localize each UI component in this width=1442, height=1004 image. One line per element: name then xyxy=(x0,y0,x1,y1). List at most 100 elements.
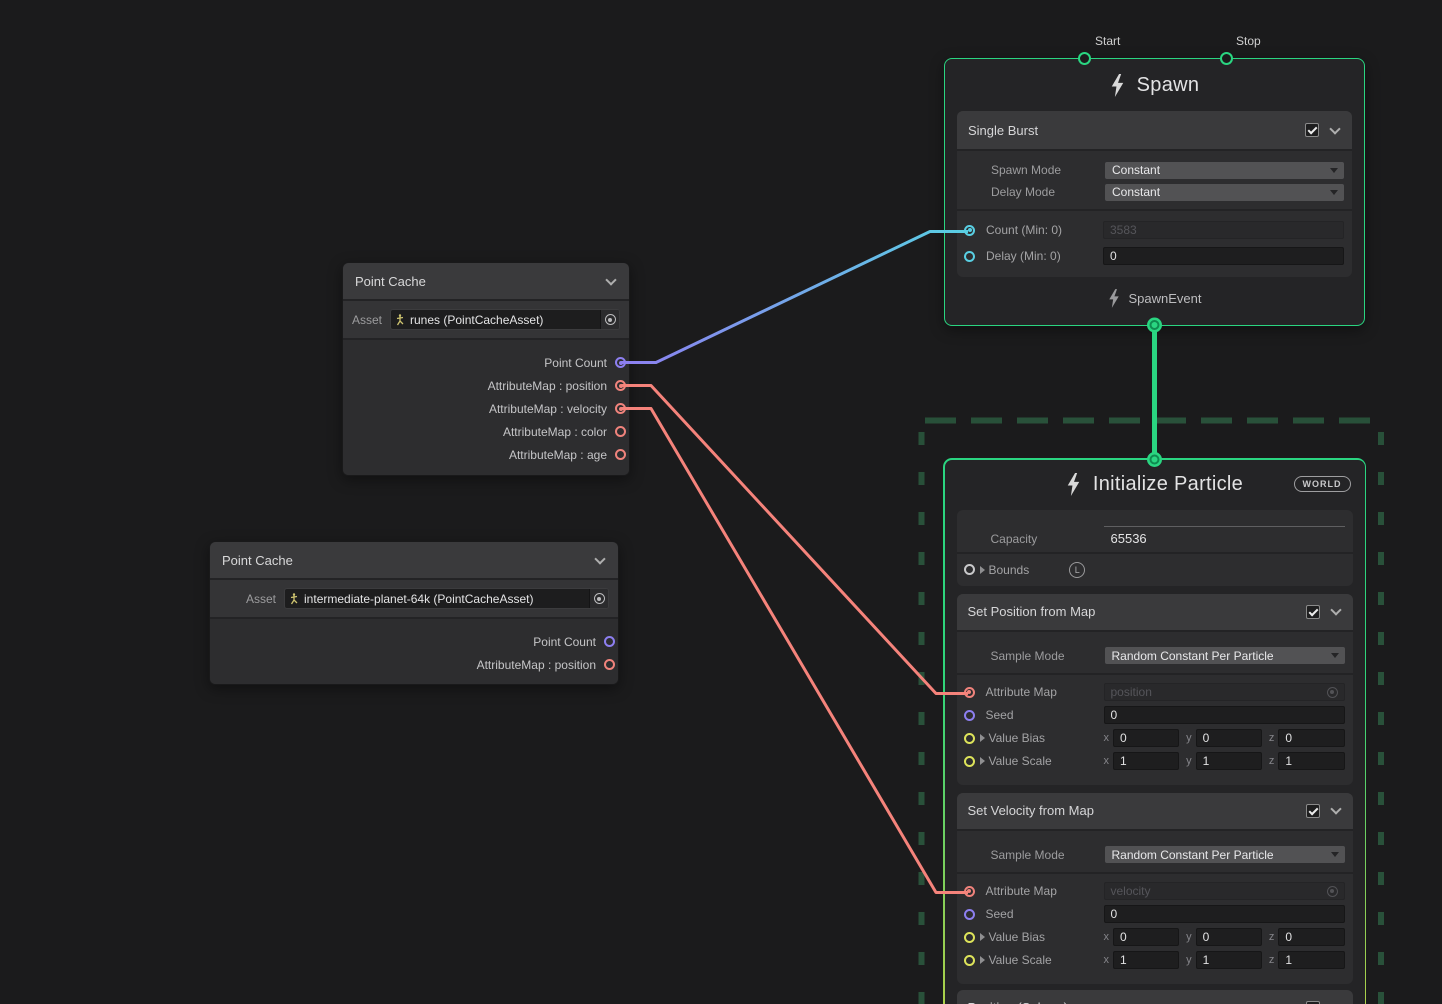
output-row: AttributeMap : position xyxy=(343,374,629,397)
wire-velocity-to-attributemap[interactable] xyxy=(622,409,969,893)
block-enabled-checkbox[interactable] xyxy=(1305,123,1319,137)
divider xyxy=(957,872,1353,874)
value-scale-input-port[interactable] xyxy=(964,756,975,767)
seed-input-port[interactable] xyxy=(964,710,975,721)
point-cache-asset-icon xyxy=(394,314,406,326)
bounds-input-port[interactable] xyxy=(964,564,975,575)
delay-mode-row: Delay Mode Constant xyxy=(957,181,1352,203)
value-bias-z-field[interactable]: 0 xyxy=(1278,928,1344,946)
attribute-map-input-port[interactable] xyxy=(964,687,975,698)
delay-row: Delay (Min: 0) 0 xyxy=(957,243,1352,269)
object-picker-icon xyxy=(1327,687,1338,698)
block-enabled-checkbox[interactable] xyxy=(1306,804,1320,818)
value-bias-row: Value Bias x0 y0 z0 xyxy=(957,926,1353,949)
lightning-icon xyxy=(1108,289,1120,308)
capacity-bounds-section: Capacity 65536 Bounds L xyxy=(957,510,1353,586)
wire-position-to-attributemap[interactable] xyxy=(622,386,969,694)
spawn-node-title: Spawn xyxy=(945,59,1364,111)
value-scale-z-field[interactable]: 1 xyxy=(1278,752,1344,770)
vfx-graph-canvas[interactable]: Start Stop Spawn Single Burst Spawn Mode… xyxy=(0,0,1442,1004)
value-bias-x-field[interactable]: 0 xyxy=(1113,729,1179,747)
object-picker-icon[interactable] xyxy=(589,589,608,608)
point-cache-node-planet[interactable]: Point Cache Asset intermediate-planet-64… xyxy=(209,541,619,685)
chevron-down-icon[interactable] xyxy=(1330,1000,1341,1004)
asset-object-field[interactable]: intermediate-planet-64k (PointCacheAsset… xyxy=(284,588,609,609)
value-scale-x-field[interactable]: 1 xyxy=(1113,752,1179,770)
wire-pointcount-to-count[interactable] xyxy=(622,232,969,363)
seed-row: Seed 0 xyxy=(957,903,1353,926)
expand-triangle-icon[interactable] xyxy=(980,956,985,964)
lightning-icon xyxy=(1066,473,1081,496)
seed-field[interactable]: 0 xyxy=(1104,905,1345,923)
expand-triangle-icon[interactable] xyxy=(980,566,985,574)
divider xyxy=(957,209,1352,211)
wire-spawnevent-to-initialize[interactable] xyxy=(1147,318,1162,468)
spawn-context-node[interactable]: Start Stop Spawn Single Burst Spawn Mode… xyxy=(944,58,1365,326)
seed-field[interactable]: 0 xyxy=(1104,706,1345,724)
value-bias-y-field[interactable]: 0 xyxy=(1196,729,1262,747)
block-enabled-checkbox[interactable] xyxy=(1306,605,1320,619)
chevron-down-icon[interactable] xyxy=(1329,123,1340,134)
attribute-map-input-port[interactable] xyxy=(964,886,975,897)
start-flow-label: Start xyxy=(1095,34,1120,48)
block-title: Single Burst xyxy=(968,123,1305,138)
world-space-badge[interactable]: WORLD xyxy=(1294,476,1351,492)
value-bias-y-field[interactable]: 0 xyxy=(1196,928,1262,946)
expand-triangle-icon[interactable] xyxy=(980,757,985,765)
value-bias-row: Value Bias x0 y0 z0 xyxy=(957,727,1353,750)
sample-mode-row: Sample Mode Random Constant Per Particle xyxy=(957,844,1353,866)
point-count-output-port[interactable] xyxy=(615,357,626,368)
value-bias-input-port[interactable] xyxy=(964,733,975,744)
attribute-map-field[interactable]: velocity xyxy=(1104,882,1345,900)
output-row: AttributeMap : velocity xyxy=(343,397,629,420)
attributemap-color-output-port[interactable] xyxy=(615,426,626,437)
attributemap-age-output-port[interactable] xyxy=(615,449,626,460)
value-bias-x-field[interactable]: 0 xyxy=(1113,928,1179,946)
node-title-text: Point Cache xyxy=(222,553,584,568)
point-count-output-port[interactable] xyxy=(604,636,615,647)
point-cache-node-runes[interactable]: Point Cache Asset runes (PointCacheAsset… xyxy=(342,262,630,476)
count-field[interactable]: 3583 xyxy=(1103,221,1344,239)
chevron-down-icon[interactable] xyxy=(594,553,605,564)
node-title-text: Point Cache xyxy=(355,274,595,289)
attribute-map-field[interactable]: position xyxy=(1104,683,1345,701)
output-row: Point Count xyxy=(343,351,629,374)
value-scale-z-field[interactable]: 1 xyxy=(1278,951,1344,969)
value-scale-input-port[interactable] xyxy=(964,955,975,966)
local-space-badge[interactable]: L xyxy=(1069,562,1085,578)
value-scale-row: Value Scale x1 y1 z1 xyxy=(957,750,1353,773)
count-input-port[interactable] xyxy=(964,225,975,236)
value-bias-z-field[interactable]: 0 xyxy=(1278,729,1344,747)
delay-input-port[interactable] xyxy=(964,251,975,262)
initialize-particle-context-node[interactable]: Initialize Particle WORLD Capacity 65536… xyxy=(943,458,1366,1004)
seed-input-port[interactable] xyxy=(964,909,975,920)
position-sphere-block[interactable]: Position (Sphere) xyxy=(957,990,1353,1004)
sample-mode-dropdown[interactable]: Random Constant Per Particle xyxy=(1105,647,1345,664)
capacity-field[interactable]: 65536 xyxy=(1104,526,1345,546)
sample-mode-dropdown[interactable]: Random Constant Per Particle xyxy=(1105,846,1345,863)
expand-triangle-icon[interactable] xyxy=(980,933,985,941)
expand-triangle-icon[interactable] xyxy=(980,734,985,742)
set-velocity-from-map-block[interactable]: Set Velocity from Map Sample Mode Random… xyxy=(957,793,1353,984)
bounds-row: Bounds L xyxy=(957,552,1353,586)
delay-field[interactable]: 0 xyxy=(1103,247,1344,265)
asset-object-field[interactable]: runes (PointCacheAsset) xyxy=(390,309,620,330)
attributemap-velocity-output-port[interactable] xyxy=(615,403,626,414)
spawn-mode-dropdown[interactable]: Constant xyxy=(1105,162,1344,179)
value-scale-y-field[interactable]: 1 xyxy=(1196,951,1262,969)
block-enabled-checkbox[interactable] xyxy=(1306,1001,1320,1004)
value-scale-x-field[interactable]: 1 xyxy=(1113,951,1179,969)
attributemap-position-output-port[interactable] xyxy=(615,380,626,391)
attributemap-position-output-port[interactable] xyxy=(604,659,615,670)
single-burst-block[interactable]: Single Burst Spawn Mode Constant Delay M… xyxy=(957,111,1352,277)
node-title-text: Initialize Particle xyxy=(1093,473,1243,496)
set-position-from-map-block[interactable]: Set Position from Map Sample Mode Random… xyxy=(957,594,1353,785)
chevron-down-icon[interactable] xyxy=(1330,604,1341,615)
chevron-down-icon[interactable] xyxy=(605,274,616,285)
value-scale-y-field[interactable]: 1 xyxy=(1196,752,1262,770)
object-picker-icon[interactable] xyxy=(600,310,619,329)
chevron-down-icon[interactable] xyxy=(1330,803,1341,814)
delay-mode-dropdown[interactable]: Constant xyxy=(1105,184,1344,201)
output-row: AttributeMap : position xyxy=(210,653,618,676)
value-bias-input-port[interactable] xyxy=(964,932,975,943)
